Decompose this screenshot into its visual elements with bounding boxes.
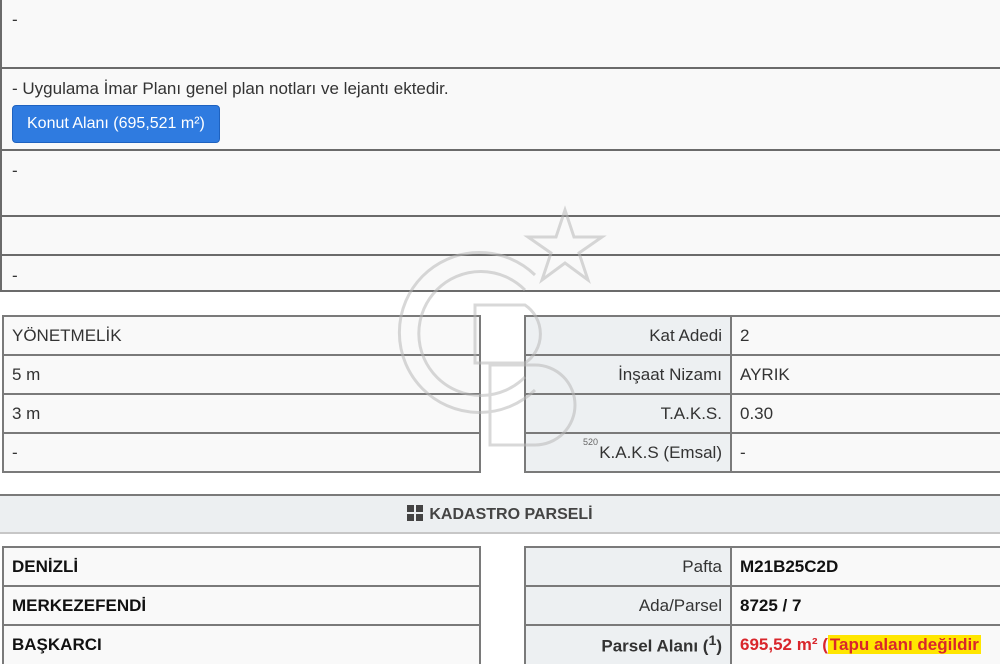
ada-parsel-value: 8725 / 7 (730, 585, 1000, 626)
note-row-4 (2, 215, 1000, 254)
note-row-5: - (2, 254, 1000, 292)
parcel-area-label: Parsel Alanı (1) (524, 624, 732, 664)
note-row-1: - (2, 0, 1000, 67)
rule-label: İnşaat Nizamı (524, 354, 732, 395)
kadastro-right-table: Pafta M21B25C2D Ada/Parsel 8725 / 7 Pars… (524, 546, 1000, 664)
pafta-label: Pafta (524, 546, 732, 587)
kadastro-section-header: KADASTRO PARSELİ (0, 494, 1000, 534)
rules-right-table: Kat Adedi 2 İnşaat Nizamı AYRIK T.A.K.S.… (524, 315, 1000, 473)
parcel-area-label-text: Parsel Alanı ( (601, 636, 709, 656)
kadastro-left-table: DENİZLİ MERKEZEFENDİ BAŞKARCI (2, 546, 481, 664)
ada-parsel-label: Ada/Parsel (524, 585, 732, 626)
note-row-2: - Uygulama İmar Planı genel plan notları… (2, 67, 1000, 149)
section-title: KADASTRO PARSELİ (429, 506, 593, 523)
rule-cell: 5 m (2, 354, 481, 395)
rules-left-table: YÖNETMELİK 5 m 3 m - (2, 315, 481, 473)
parcel-area-label-end: ) (716, 636, 722, 656)
note-row-3: - (2, 149, 1000, 215)
note-text: - Uygulama İmar Planı genel plan notları… (12, 79, 449, 98)
rule-cell: 3 m (2, 393, 481, 434)
rule-label: T.A.K.S. (524, 393, 732, 434)
parcel-area-value: 695,52 m² ( (740, 635, 828, 654)
province-cell: DENİZLİ (2, 546, 481, 587)
note-text: - (12, 161, 18, 180)
rule-value: - (730, 432, 1000, 473)
district-cell: MERKEZEFENDİ (2, 585, 481, 626)
pafta-value: M21B25C2D (730, 546, 1000, 587)
rule-label: K.A.K.S (Emsal) (524, 432, 732, 473)
rule-value: 2 (730, 315, 1000, 356)
watermark-tiny-text: 520 (583, 437, 599, 447)
rule-cell: - (2, 432, 481, 473)
deed-area-warning: Tapu alanı değildir (827, 635, 981, 654)
rule-value: AYRIK (730, 354, 1000, 395)
neighborhood-cell: BAŞKARCI (2, 624, 481, 664)
zone-area-button[interactable]: Konut Alanı (695,521 m²) (12, 105, 220, 143)
note-text: - (12, 10, 18, 29)
note-text: - (12, 266, 18, 285)
grid-icon (407, 505, 424, 521)
rule-value: 0.30 (730, 393, 1000, 434)
rule-cell: YÖNETMELİK (2, 315, 481, 356)
plan-notes-table: - - Uygulama İmar Planı genel plan notla… (0, 0, 1000, 292)
parcel-area-value-cell: 695,52 m² (Tapu alanı değildir (730, 624, 1000, 664)
rule-label: Kat Adedi (524, 315, 732, 356)
